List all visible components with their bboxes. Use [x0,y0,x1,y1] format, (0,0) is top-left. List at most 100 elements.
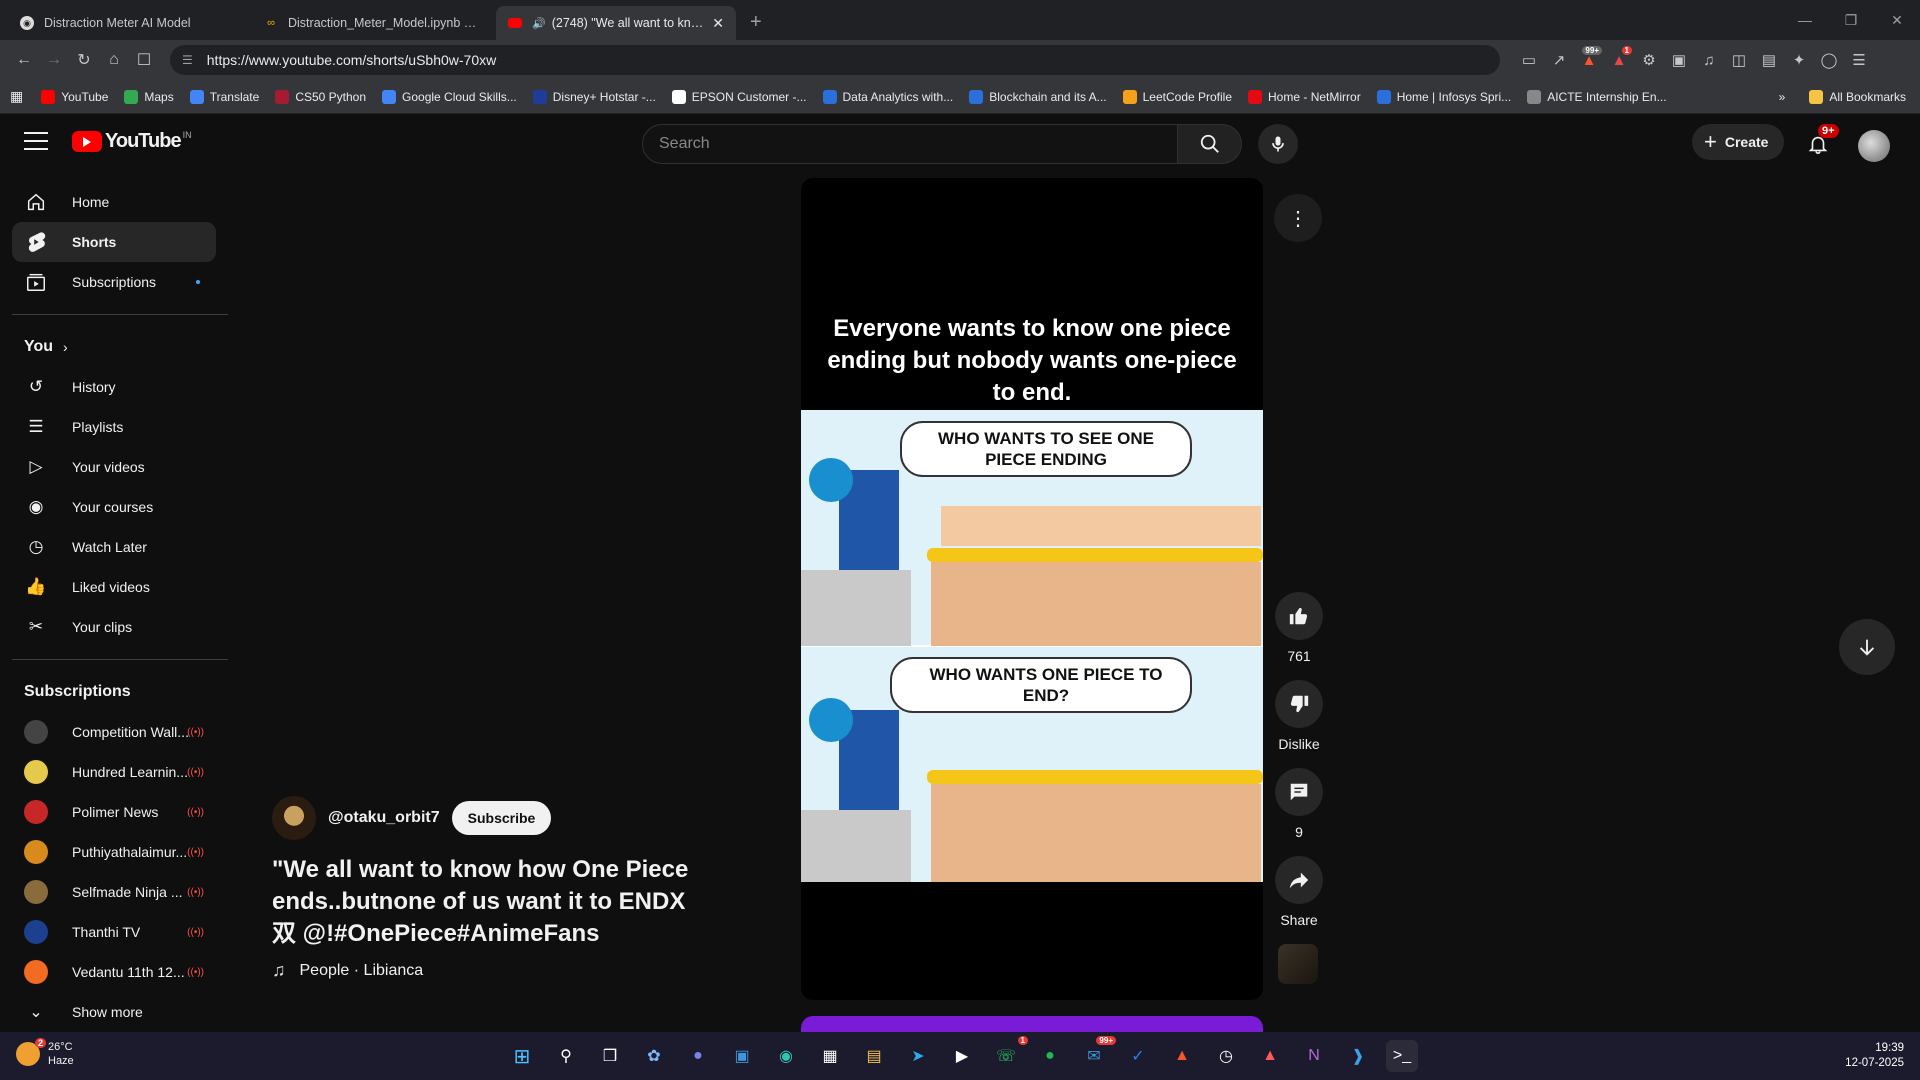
guide-menu-icon[interactable] [24,132,48,150]
show-more-button[interactable]: ⌄ Show more [12,992,216,1032]
short-title[interactable]: "We all want to know how One Piece ends.… [272,854,702,950]
you-section-heading[interactable]: You › [12,327,228,367]
share-button[interactable] [1275,856,1323,904]
share-icon[interactable]: ↗ [1544,46,1574,74]
more-options-button[interactable]: ⋮ [1274,194,1322,242]
brave-rewards-icon[interactable]: ▲ 1 [1604,46,1634,74]
subscription-item[interactable]: Vedantu 11th 12... ((•)) [12,952,216,992]
subscription-item[interactable]: Competition Wall... ((•)) [12,712,216,752]
media-icon[interactable]: ♫ [1694,46,1724,74]
bookmark-item[interactable]: EPSON Customer -... [671,89,807,104]
search-button[interactable] [1178,124,1242,164]
search-input[interactable] [642,124,1178,164]
vpn-icon[interactable]: ◯ [1814,46,1844,74]
channel-handle[interactable]: @otaku_orbit7 [328,809,440,827]
todo-icon[interactable]: ✓ [1122,1040,1154,1072]
wallet-icon[interactable]: ▤ [1754,46,1784,74]
subscription-item[interactable]: Puthiyathalaimur... ((•)) [12,832,216,872]
bookmark-item[interactable]: Blockchain and its A... [969,89,1107,104]
dislike-button[interactable] [1275,680,1323,728]
spotify-icon[interactable]: ● [1034,1040,1066,1072]
bookmark-item[interactable]: Google Cloud Skills... [382,89,517,104]
apps-grid-icon[interactable]: ▦ [10,88,23,105]
sidebar-item-liked-videos[interactable]: 👍 Liked videos [12,567,216,607]
mail-icon[interactable]: ✉ 99+ [1078,1036,1116,1072]
sidebar-item-playlists[interactable]: ☰ Playlists [12,407,216,447]
subscription-item[interactable]: Polimer News ((•)) [12,792,216,832]
vscode-icon[interactable]: ❱ [1342,1040,1374,1072]
comments-button[interactable] [1275,768,1323,816]
browser-tab[interactable]: ∞ Distraction_Meter_Model.ipynb - Col [252,6,492,40]
browser-tab-active[interactable]: 🔊 (2748) "We all want to know h ✕ [496,6,736,40]
shorts-player[interactable]: Everyone wants to know one piece ending … [801,178,1263,1000]
leo-ai-icon[interactable]: ✦ [1784,46,1814,74]
brave-shield-icon[interactable]: ▲ 99+ [1574,46,1604,74]
sidebar-item-watch-later[interactable]: ◷ Watch Later [12,527,216,567]
edge-icon[interactable]: ◉ [770,1040,802,1072]
bookmark-icon[interactable]: ☐ [130,46,158,74]
restore-icon[interactable]: ❐ [1828,0,1874,40]
screenshot-icon[interactable]: ▣ [1664,46,1694,74]
subscription-item[interactable]: Selfmade Ninja ... ((•)) [12,872,216,912]
widgets-icon[interactable]: ▣ [726,1040,758,1072]
bookmark-item[interactable]: LeetCode Profile [1122,89,1232,104]
close-tab-icon[interactable]: ✕ [712,15,724,32]
file-explorer-icon[interactable]: ▤ [858,1040,890,1072]
teams-icon[interactable]: ● [682,1040,714,1072]
onenote-icon[interactable]: N [1298,1040,1330,1072]
bookmark-item[interactable]: CS50 Python [275,89,366,104]
sidebar-item-your-clips[interactable]: ✂ Your clips [12,607,216,647]
account-avatar[interactable] [1858,130,1890,162]
subscribe-button[interactable]: Subscribe [451,801,552,835]
sidebar-icon[interactable]: ◫ [1724,46,1754,74]
bookmark-item[interactable]: Disney+ Hotstar -... [532,89,656,104]
whatsapp-icon[interactable]: ☏ 1 [990,1036,1028,1072]
home-icon[interactable]: ⌂ [100,46,128,74]
cast-icon[interactable]: ▭ [1514,46,1544,74]
close-window-icon[interactable]: ✕ [1874,0,1920,40]
new-tab-button[interactable]: + [740,11,772,40]
sidebar-item-shorts[interactable]: Shorts [12,222,216,262]
forward-icon[interactable]: → [40,46,68,74]
copilot-icon[interactable]: ✿ [638,1040,670,1072]
next-short-preview[interactable] [801,1016,1263,1032]
weather-widget[interactable]: 2 26°C Haze [16,1038,74,1068]
subscription-item[interactable]: Thanthi TV ((•)) [12,912,216,952]
extensions-icon[interactable]: ⚙ [1634,46,1664,74]
notifications-button[interactable]: 9+ [1800,124,1839,162]
menu-icon[interactable]: ☰ [1844,46,1874,74]
minimize-icon[interactable]: — [1782,0,1828,40]
sidebar-item-your-videos[interactable]: ▷ Your videos [12,447,216,487]
create-button[interactable]: + Create [1692,124,1785,160]
media-player-icon[interactable]: ▶ [946,1040,978,1072]
all-bookmarks[interactable]: All Bookmarks [1809,89,1906,104]
terminal-icon[interactable]: >_ [1386,1040,1418,1072]
brave-icon[interactable]: ▲ [1166,1040,1198,1072]
bookmark-item[interactable]: Translate [189,89,259,104]
browser-tab[interactable]: ◉ Distraction Meter AI Model [8,6,248,40]
more-bookmarks-icon[interactable]: » [1779,90,1786,104]
bookmark-item[interactable]: YouTube [41,89,108,104]
bookmark-item[interactable]: Data Analytics with... [822,89,953,104]
bookmark-item[interactable]: Home | Infosys Spri... [1376,89,1511,104]
bookmark-item[interactable]: AICTE Internship En... [1527,89,1667,104]
sidebar-item-history[interactable]: ↺ History [12,367,216,407]
url-bar[interactable]: ☰ https://www.youtube.com/shorts/uSbh0w-… [170,45,1500,75]
sidebar-item-subscriptions[interactable]: Subscriptions [12,262,216,302]
telegram-icon[interactable]: ➤ [902,1040,934,1072]
music-row[interactable]: ♫ People · Libianca [272,960,752,981]
subscription-item[interactable]: Hundred Learnin... ((•)) [12,752,216,792]
clock-app-icon[interactable]: ◷ [1210,1040,1242,1072]
next-short-button[interactable] [1839,619,1895,675]
adobe-icon[interactable]: ▲ [1254,1040,1286,1072]
youtube-logo[interactable]: YouTube IN [72,130,192,153]
bookmark-item[interactable]: Maps [124,89,174,104]
windows-start-icon[interactable]: ⊞ [506,1040,538,1072]
channel-avatar[interactable] [272,796,316,840]
site-info-icon[interactable]: ☰ [182,53,193,67]
sound-thumbnail[interactable] [1278,944,1318,984]
system-clock[interactable]: 19:39 12-07-2025 [1845,1041,1904,1071]
sidebar-item-home[interactable]: Home [12,182,216,222]
search-icon[interactable]: ⚲ [550,1040,582,1072]
back-icon[interactable]: ← [10,46,38,74]
